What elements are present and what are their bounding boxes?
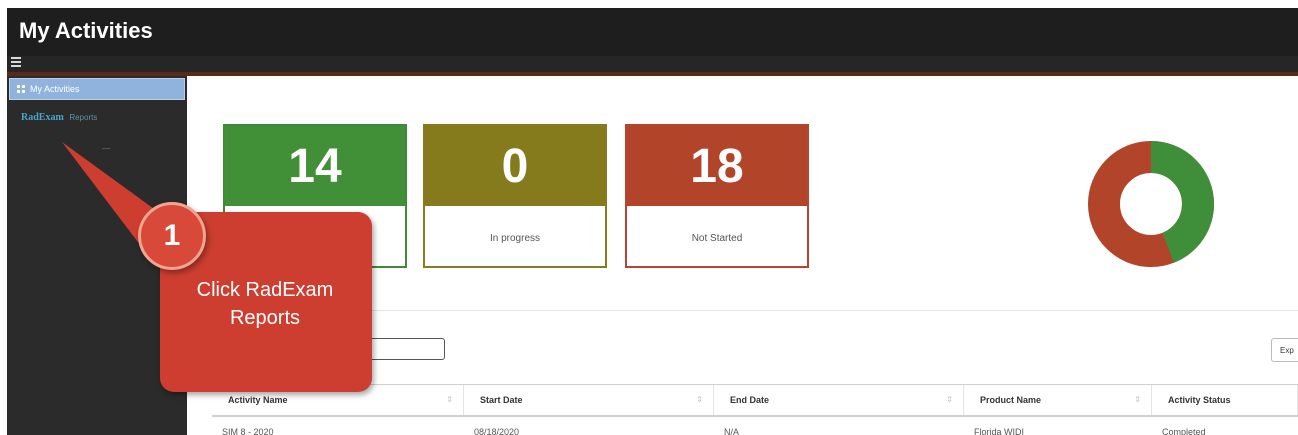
callout-line-1: Click RadExam: [196, 279, 334, 301]
table-header: Activity Name ⇕ Start Date ⇕ End Date ⇕ Pro…: [212, 385, 1298, 417]
cell-activity-status: Completed: [1162, 427, 1206, 435]
callout-text: Click RadExam Reports: [165, 276, 365, 332]
stat-label: Not Started: [691, 232, 743, 244]
column-label: Product Name: [980, 395, 1042, 405]
stat-tile-in-progress[interactable]: 0 In progress: [423, 124, 607, 268]
column-header-product-name[interactable]: Product Name ⇕: [964, 385, 1152, 415]
grid-icon: [17, 85, 25, 93]
step-number-badge: 1: [138, 202, 206, 270]
sort-icon[interactable]: ⇕: [696, 395, 703, 404]
column-label: Activity Name: [228, 395, 288, 405]
cell-product-name: Florida WIDI: [974, 427, 1025, 435]
column-label: Activity Status: [1168, 395, 1231, 405]
sidebar-item-my-activities[interactable]: My Activities: [9, 78, 185, 100]
export-button[interactable]: Exp: [1271, 338, 1298, 362]
page-title: My Activities: [19, 18, 153, 43]
menu-bar: [7, 56, 1298, 76]
column-header-start-date[interactable]: Start Date ⇕: [464, 385, 714, 415]
column-label: End Date: [730, 395, 770, 405]
stat-value: 18: [627, 126, 807, 206]
status-donut-chart: [1088, 141, 1214, 267]
stat-value: 0: [425, 126, 605, 206]
hamburger-menu-icon[interactable]: [11, 57, 21, 67]
sidebar-dash: —: [102, 144, 110, 153]
sidebar-item-radexam-reports[interactable]: RadExam Reports: [21, 112, 97, 123]
activities-table: Activity Name ⇕ Start Date ⇕ End Date ⇕ Pro…: [212, 384, 1298, 435]
cell-start-date: 08/18/2020: [474, 427, 520, 435]
column-header-end-date[interactable]: End Date ⇕: [714, 385, 964, 415]
title-bar: My Activities: [7, 8, 1298, 56]
table-row[interactable]: SIM 8 - 2020 08/18/2020 N/A Florida WIDI…: [212, 417, 1298, 435]
sort-icon[interactable]: ⇕: [446, 395, 453, 404]
column-header-activity-status[interactable]: Activity Status: [1152, 385, 1298, 415]
stat-tile-not-started[interactable]: 18 Not Started: [625, 124, 809, 268]
sort-icon[interactable]: ⇕: [946, 395, 953, 404]
sidebar-item-label: My Activities: [30, 84, 80, 94]
cell-activity-name: SIM 8 - 2020: [222, 427, 274, 435]
sort-icon[interactable]: ⇕: [1134, 395, 1141, 404]
radexam-logo: RadExam: [21, 112, 64, 123]
sidebar-item-label: Reports: [69, 113, 98, 122]
stat-label: In progress: [489, 232, 541, 244]
column-label: Start Date: [480, 395, 523, 405]
callout-line-2: Reports: [229, 307, 301, 329]
stat-value: 14: [225, 126, 405, 206]
cell-end-date: N/A: [724, 427, 740, 435]
